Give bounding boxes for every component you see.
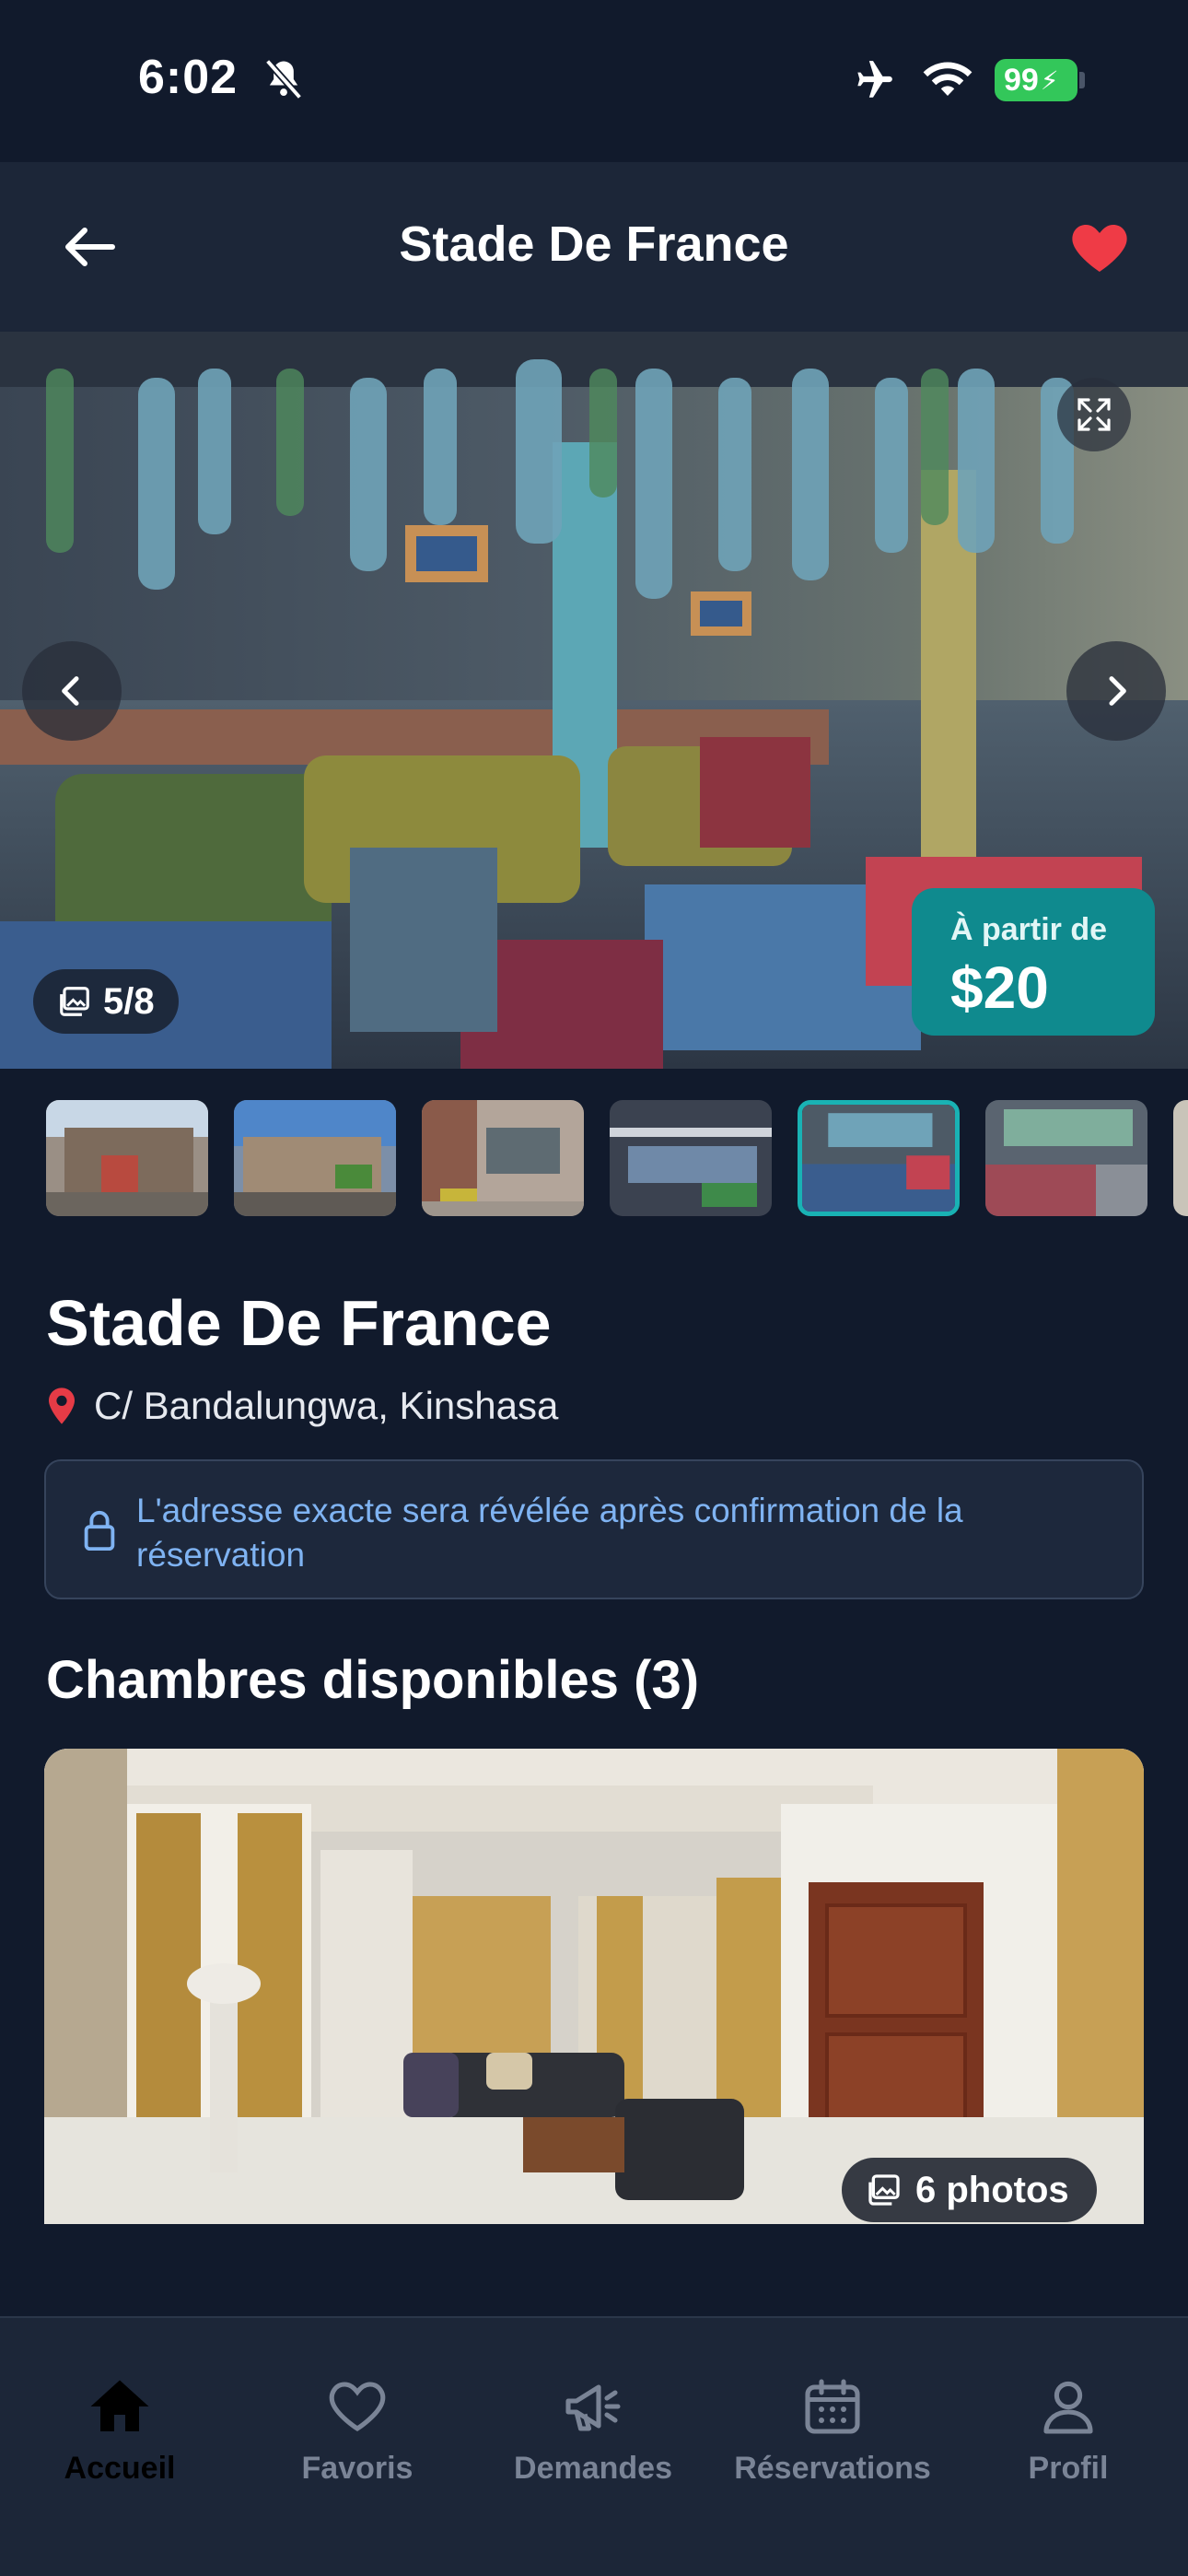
tab-favoris[interactable]: Favoris: [238, 2373, 477, 2487]
status-time: 6:02: [138, 51, 239, 104]
thumbnail-4[interactable]: [610, 1100, 772, 1216]
favorite-heart-button[interactable]: [1066, 214, 1133, 280]
megaphone-icon: [565, 2384, 621, 2431]
bell-off-icon: [264, 59, 303, 100]
location-pin-icon: [49, 1388, 75, 1424]
thumbnail-6[interactable]: [985, 1100, 1147, 1216]
page-title: Stade De France: [399, 217, 789, 272]
tab-profil[interactable]: Profil: [949, 2373, 1188, 2487]
photo-counter: 5/8: [33, 969, 179, 1034]
thumbnail-7[interactable]: [1173, 1100, 1188, 1216]
property-location: C/ Bandalungwa, Kinshasa: [46, 1384, 558, 1428]
chevron-right-icon: [1109, 676, 1126, 706]
photo-counter-text: 5/8: [103, 980, 155, 1022]
tab-label-favoris: Favoris: [301, 2451, 413, 2486]
battery-nub: [1079, 72, 1085, 88]
tab-label-profil: Profil: [1028, 2451, 1109, 2486]
address-privacy-notice: L'adresse exacte sera révélée après conf…: [44, 1459, 1144, 1599]
previous-photo-button[interactable]: [22, 641, 122, 741]
heart-icon: [329, 2382, 386, 2432]
next-photo-button[interactable]: [1066, 641, 1166, 741]
room-photo: [44, 1749, 1144, 2224]
calendar-icon: [805, 2379, 860, 2434]
thumbnail-2[interactable]: [234, 1100, 396, 1216]
thumbnail-1[interactable]: [46, 1100, 208, 1216]
tab-label-demandes: Demandes: [514, 2451, 672, 2486]
status-bar: 6:02 99 ⚡: [0, 0, 1188, 162]
price-value: $20: [950, 954, 1049, 1021]
room-photos-count: 6 photos: [915, 2169, 1069, 2210]
room-card[interactable]: 6 photos: [44, 1749, 1144, 2224]
thumbnail-strip[interactable]: [46, 1098, 1188, 1218]
wifi-icon: [923, 62, 973, 96]
images-icon: [60, 987, 89, 1016]
tab-label-accueil: Accueil: [64, 2451, 176, 2486]
tab-accueil[interactable]: Accueil: [0, 2373, 239, 2487]
thumbnail-5-active[interactable]: [798, 1100, 960, 1216]
rooms-section-title: Chambres disponibles (3): [46, 1650, 700, 1710]
home-icon: [90, 2380, 149, 2431]
location-text: C/ Bandalungwa, Kinshasa: [94, 1384, 559, 1427]
top-app-bar: Stade De France: [0, 162, 1188, 332]
airplane-icon: [857, 61, 892, 98]
tab-demandes[interactable]: Demandes: [473, 2373, 713, 2487]
charging-icon: ⚡: [1040, 65, 1059, 95]
user-icon: [1043, 2381, 1093, 2434]
battery-indicator: 99 ⚡: [995, 59, 1077, 101]
battery-level: 99: [1004, 62, 1039, 98]
images-icon: [868, 2174, 900, 2206]
photo-gallery[interactable]: 5/8 À partir de $20: [0, 332, 1188, 1069]
thumbnail-3[interactable]: [422, 1100, 584, 1216]
notice-text: L'adresse exacte sera révélée après conf…: [136, 1492, 963, 1574]
price-card: À partir de $20: [912, 888, 1155, 1036]
price-label: À partir de: [950, 912, 1108, 947]
fullscreen-button[interactable]: [1057, 378, 1131, 451]
room-photos-button[interactable]: 6 photos: [842, 2158, 1097, 2222]
tab-label-reservations: Réservations: [734, 2451, 931, 2486]
tab-reservations[interactable]: Réservations: [713, 2373, 952, 2487]
chevron-left-icon: [62, 676, 79, 706]
property-title: Stade De France: [46, 1287, 552, 1359]
expand-icon: [1077, 398, 1111, 431]
bottom-tab-bar: Accueil Favoris Demandes Réservations Pr…: [0, 2316, 1188, 2576]
lock-icon: [84, 1510, 115, 1551]
